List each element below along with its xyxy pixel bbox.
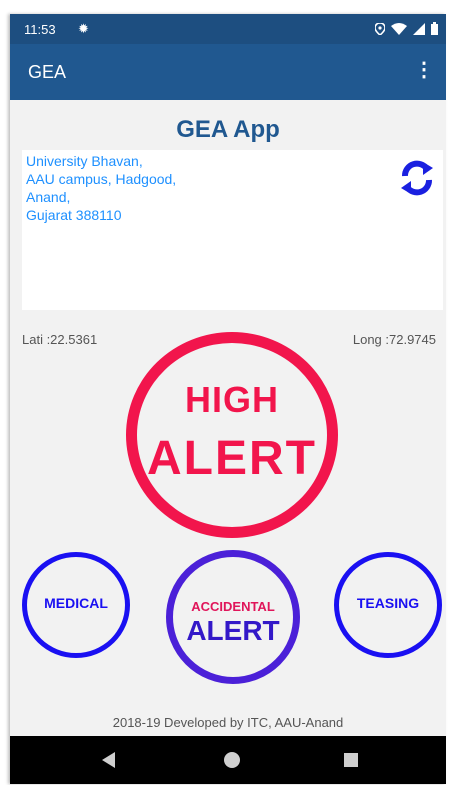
app-bar: GEA ⋮ xyxy=(10,44,446,100)
address-line: Anand, xyxy=(26,189,71,205)
medical-button[interactable]: MEDICAL xyxy=(22,552,130,658)
address-line: AAU campus, Hadgood, xyxy=(26,171,177,187)
settings-icon: ✹ xyxy=(78,21,89,36)
accidental-label: ACCIDENTAL xyxy=(191,599,275,614)
wifi-icon xyxy=(391,22,407,35)
home-icon[interactable] xyxy=(224,752,240,768)
accidental-alert-button[interactable]: ACCIDENTAL ALERT xyxy=(166,550,300,684)
back-icon[interactable] xyxy=(102,752,115,768)
location-icon xyxy=(375,22,385,35)
recents-icon[interactable] xyxy=(344,753,358,767)
teasing-button[interactable]: TEASING xyxy=(334,552,442,658)
refresh-icon[interactable] xyxy=(397,158,437,198)
accidental-alert-label: ALERT xyxy=(186,615,280,646)
status-time: 11:53 xyxy=(24,22,56,37)
status-icons xyxy=(375,22,438,35)
navigation-bar xyxy=(10,736,446,784)
page-title: GEA App xyxy=(176,116,280,143)
address-text: University Bhavan, AAU campus, Hadgood, … xyxy=(26,152,176,224)
latitude-label: Lati :22.5361 xyxy=(22,332,98,347)
high-alert-button[interactable]: HIGH ALERT xyxy=(126,332,338,538)
high-alert-line2: ALERT xyxy=(147,432,317,485)
address-line: Gujarat 388110 xyxy=(26,207,122,223)
high-alert-line1: HIGH xyxy=(185,379,279,420)
app-bar-title: GEA xyxy=(28,62,67,82)
address-line: University Bhavan, xyxy=(26,153,143,169)
more-vert-icon[interactable]: ⋮ xyxy=(414,60,434,80)
battery-icon xyxy=(431,22,438,35)
address-panel: University Bhavan, AAU campus, Hadgood, … xyxy=(22,150,443,310)
status-bar: 11:53 ✹ xyxy=(10,14,446,44)
signal-icon xyxy=(413,22,425,35)
footer-credit: 2018-19 Developed by ITC, AAU-Anand xyxy=(112,715,344,730)
teasing-label: TEASING xyxy=(356,595,420,611)
medical-label: MEDICAL xyxy=(44,595,108,611)
phone-screen: 11:53 ✹ GEA ⋮ GEA App University Bhavan, xyxy=(10,14,446,784)
longitude-label: Long :72.9745 xyxy=(352,332,436,347)
